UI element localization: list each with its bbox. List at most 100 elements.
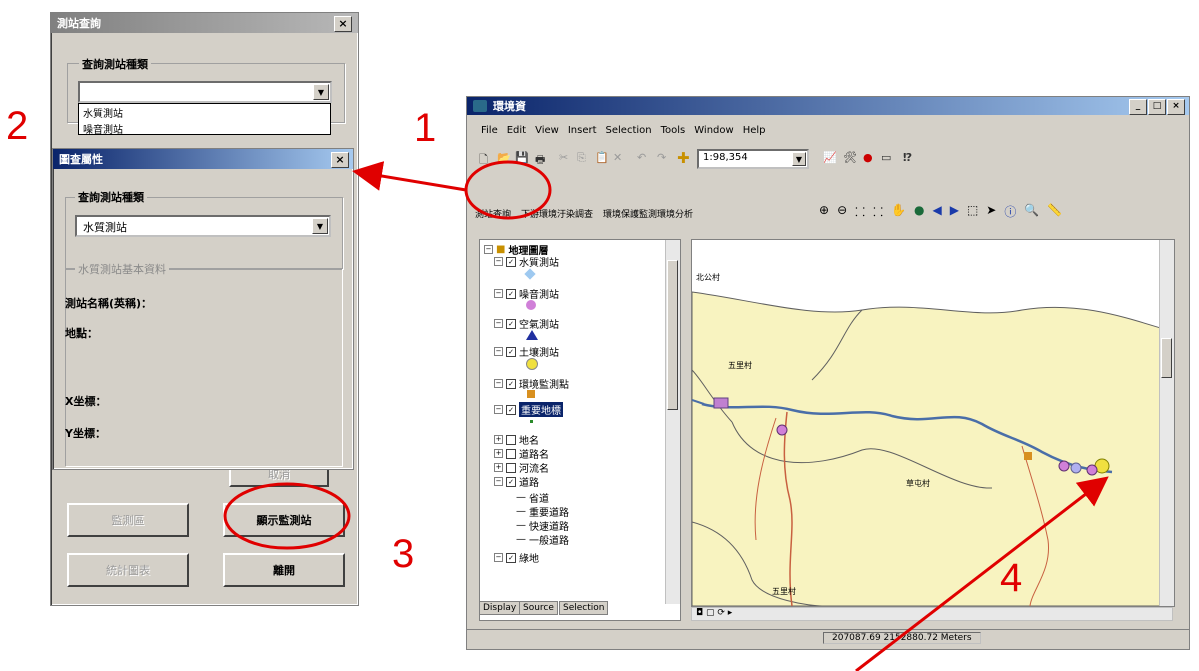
undo-icon[interactable]: ↶	[637, 151, 646, 164]
step-number-3: 3	[392, 532, 415, 576]
step-number-4: 4	[1000, 556, 1023, 600]
chevron-down-icon[interactable]: ▼	[792, 152, 806, 166]
close-icon[interactable]: ×	[331, 152, 349, 168]
scrollbar-thumb[interactable]	[1161, 338, 1172, 378]
show-station-button[interactable]: 顯示監測站	[223, 503, 345, 537]
station-name-label: 測站名稱(英稱)：	[65, 297, 153, 310]
zoom-out-icon[interactable]: ⊖	[837, 203, 847, 220]
menu-view[interactable]: View	[535, 125, 559, 136]
save-icon[interactable]: 💾	[515, 151, 529, 164]
print-icon[interactable]: 🖶	[535, 151, 545, 170]
cut-icon[interactable]: ✂	[559, 151, 568, 164]
delete-icon[interactable]: ✕	[613, 151, 622, 164]
toc-layer[interactable]: − ✓ 土壤測站	[494, 344, 559, 359]
full-extent-icon[interactable]: ●	[914, 203, 924, 220]
tab-display[interactable]: Display	[479, 601, 521, 615]
arcmap-title: 環境資	[493, 100, 526, 113]
standard-toolbar: 🗋 📂 💾 🖶 ✂ ⎘ 📋 ✕ ↶ ↷ ✚ 1:98,354 ▼ 📈 🛠 ● ▭…	[479, 149, 1079, 171]
option-water-quality[interactable]: 水質測站	[79, 104, 330, 121]
add-data-icon[interactable]: ✚	[677, 149, 690, 167]
menu-file[interactable]: File	[481, 125, 498, 136]
air-symbol-icon	[526, 330, 538, 340]
map-display[interactable]: 北公村 五里村 草屯村 五里村	[691, 239, 1175, 607]
open-icon[interactable]: 📂	[497, 151, 511, 164]
station-type-options: 水質測站 噪音測站	[78, 103, 331, 136]
station-query-titlebar: 測站查詢	[51, 13, 358, 33]
y-coord-label: Y坐標：	[65, 427, 106, 440]
monitor-area-button[interactable]: 監測區	[67, 503, 189, 537]
layout-view-icons[interactable]: ◘ ▢ ⟳ ▸	[696, 608, 732, 618]
find-icon[interactable]: 🔍	[1024, 203, 1039, 220]
road-legend-item: — 快速道路	[516, 520, 569, 533]
measure-icon[interactable]: 📏	[1047, 203, 1062, 220]
chevron-down-icon[interactable]: ▼	[312, 218, 328, 234]
menu-selection[interactable]: Selection	[606, 125, 652, 136]
address-label: 地點：	[65, 327, 98, 340]
close-icon[interactable]: ×	[1167, 99, 1185, 115]
menu-insert[interactable]: Insert	[568, 125, 597, 136]
exit-button[interactable]: 離開	[223, 553, 345, 587]
toc-layer[interactable]: + 河流名	[494, 460, 549, 475]
scale-input[interactable]: 1:98,354 ▼	[697, 149, 809, 169]
environment-analysis-tool[interactable]: 環境保護監測環境分析	[603, 207, 693, 220]
menu-help[interactable]: Help	[743, 125, 766, 136]
attribute-query-titlebar: 圖查屬性	[53, 149, 353, 169]
custom-toolbar: 測站查詢 下游環境汙染調查 環境保護監測環境分析	[475, 207, 693, 220]
select-features-icon[interactable]: ⬚	[967, 203, 978, 220]
noise-station-marker	[1086, 464, 1098, 476]
back-icon[interactable]: ◀	[932, 203, 941, 220]
downstream-survey-tool[interactable]: 下游環境汙染調查	[521, 207, 593, 220]
station-query-tool[interactable]: 測站查詢	[475, 207, 511, 220]
station-type-dropdown[interactable]: ▼	[78, 81, 332, 103]
menu-tools[interactable]: Tools	[661, 125, 686, 136]
close-icon[interactable]: ×	[334, 16, 352, 32]
paste-icon[interactable]: 📋	[595, 151, 609, 164]
map-canvas[interactable]	[692, 240, 1174, 606]
fixed-zoom-in-icon[interactable]: ⸬	[855, 203, 865, 220]
toc-layer-selected[interactable]: − ✓ 重要地標	[494, 402, 563, 417]
maximize-icon[interactable]: □	[1148, 99, 1166, 115]
toc-layer[interactable]: − ✓ 綠地	[494, 550, 539, 565]
toc-scrollbar[interactable]	[665, 240, 680, 604]
menu-edit[interactable]: Edit	[507, 125, 526, 136]
toc-layer[interactable]: − ✓ 空氣測站	[494, 316, 559, 331]
toc-layer[interactable]: + 道路名	[494, 446, 549, 461]
arccatalog-icon[interactable]: ●	[863, 151, 873, 164]
map-vscrollbar[interactable]	[1159, 240, 1174, 606]
tab-selection[interactable]: Selection	[559, 601, 609, 615]
map-hscrollbar[interactable]: ◘ ▢ ⟳ ▸	[691, 607, 1173, 621]
statistics-chart-button[interactable]: 統計圖表	[67, 553, 189, 587]
x-coord-label: X坐標：	[65, 395, 107, 408]
chevron-down-icon[interactable]: ▼	[313, 84, 329, 100]
station-type-dropdown[interactable]: 水質測站 ▼	[75, 215, 331, 237]
tab-source[interactable]: Source	[519, 601, 558, 615]
arctoolbox-icon[interactable]: 🛠	[843, 151, 857, 164]
new-icon[interactable]: 🗋	[479, 151, 488, 170]
toc-layer[interactable]: − ✓ 噪音測站	[494, 286, 559, 301]
select-elements-icon[interactable]: ➤	[986, 203, 996, 220]
toc-layer[interactable]: − ✓ 環境監測點	[494, 376, 569, 391]
toc-layer[interactable]: + 地名	[494, 432, 539, 447]
pan-icon[interactable]: ✋	[891, 203, 906, 220]
zoom-in-icon[interactable]: ⊕	[819, 203, 829, 220]
minimize-icon[interactable]: _	[1129, 99, 1147, 115]
identify-icon[interactable]: ⓘ	[1004, 203, 1016, 220]
map-label: 五里村	[772, 587, 796, 596]
toc-layer[interactable]: − ✓ 水質測站	[494, 254, 559, 269]
copy-icon[interactable]: ⎘	[577, 151, 586, 165]
water-symbol-icon	[524, 268, 536, 280]
editor-icon[interactable]: 📈	[823, 151, 837, 164]
fixed-zoom-out-icon[interactable]: ⸬	[873, 203, 883, 220]
scrollbar-thumb[interactable]	[667, 260, 678, 410]
forward-icon[interactable]: ▶	[950, 203, 959, 220]
option-noise[interactable]: 噪音測站	[79, 121, 330, 136]
status-coords: 207087.69 2152880.72 Meters	[823, 632, 981, 644]
status-bar: 207087.69 2152880.72 Meters	[467, 629, 1189, 648]
whats-this-icon[interactable]: ⁉	[903, 151, 912, 164]
map-label: 北公村	[696, 273, 720, 282]
station-query-title: 測站查詢	[57, 17, 101, 30]
window-icon[interactable]: ▭	[881, 151, 891, 164]
redo-icon[interactable]: ↷	[657, 151, 666, 164]
toc-layer[interactable]: − ✓ 道路	[494, 474, 539, 489]
menu-window[interactable]: Window	[694, 125, 733, 136]
